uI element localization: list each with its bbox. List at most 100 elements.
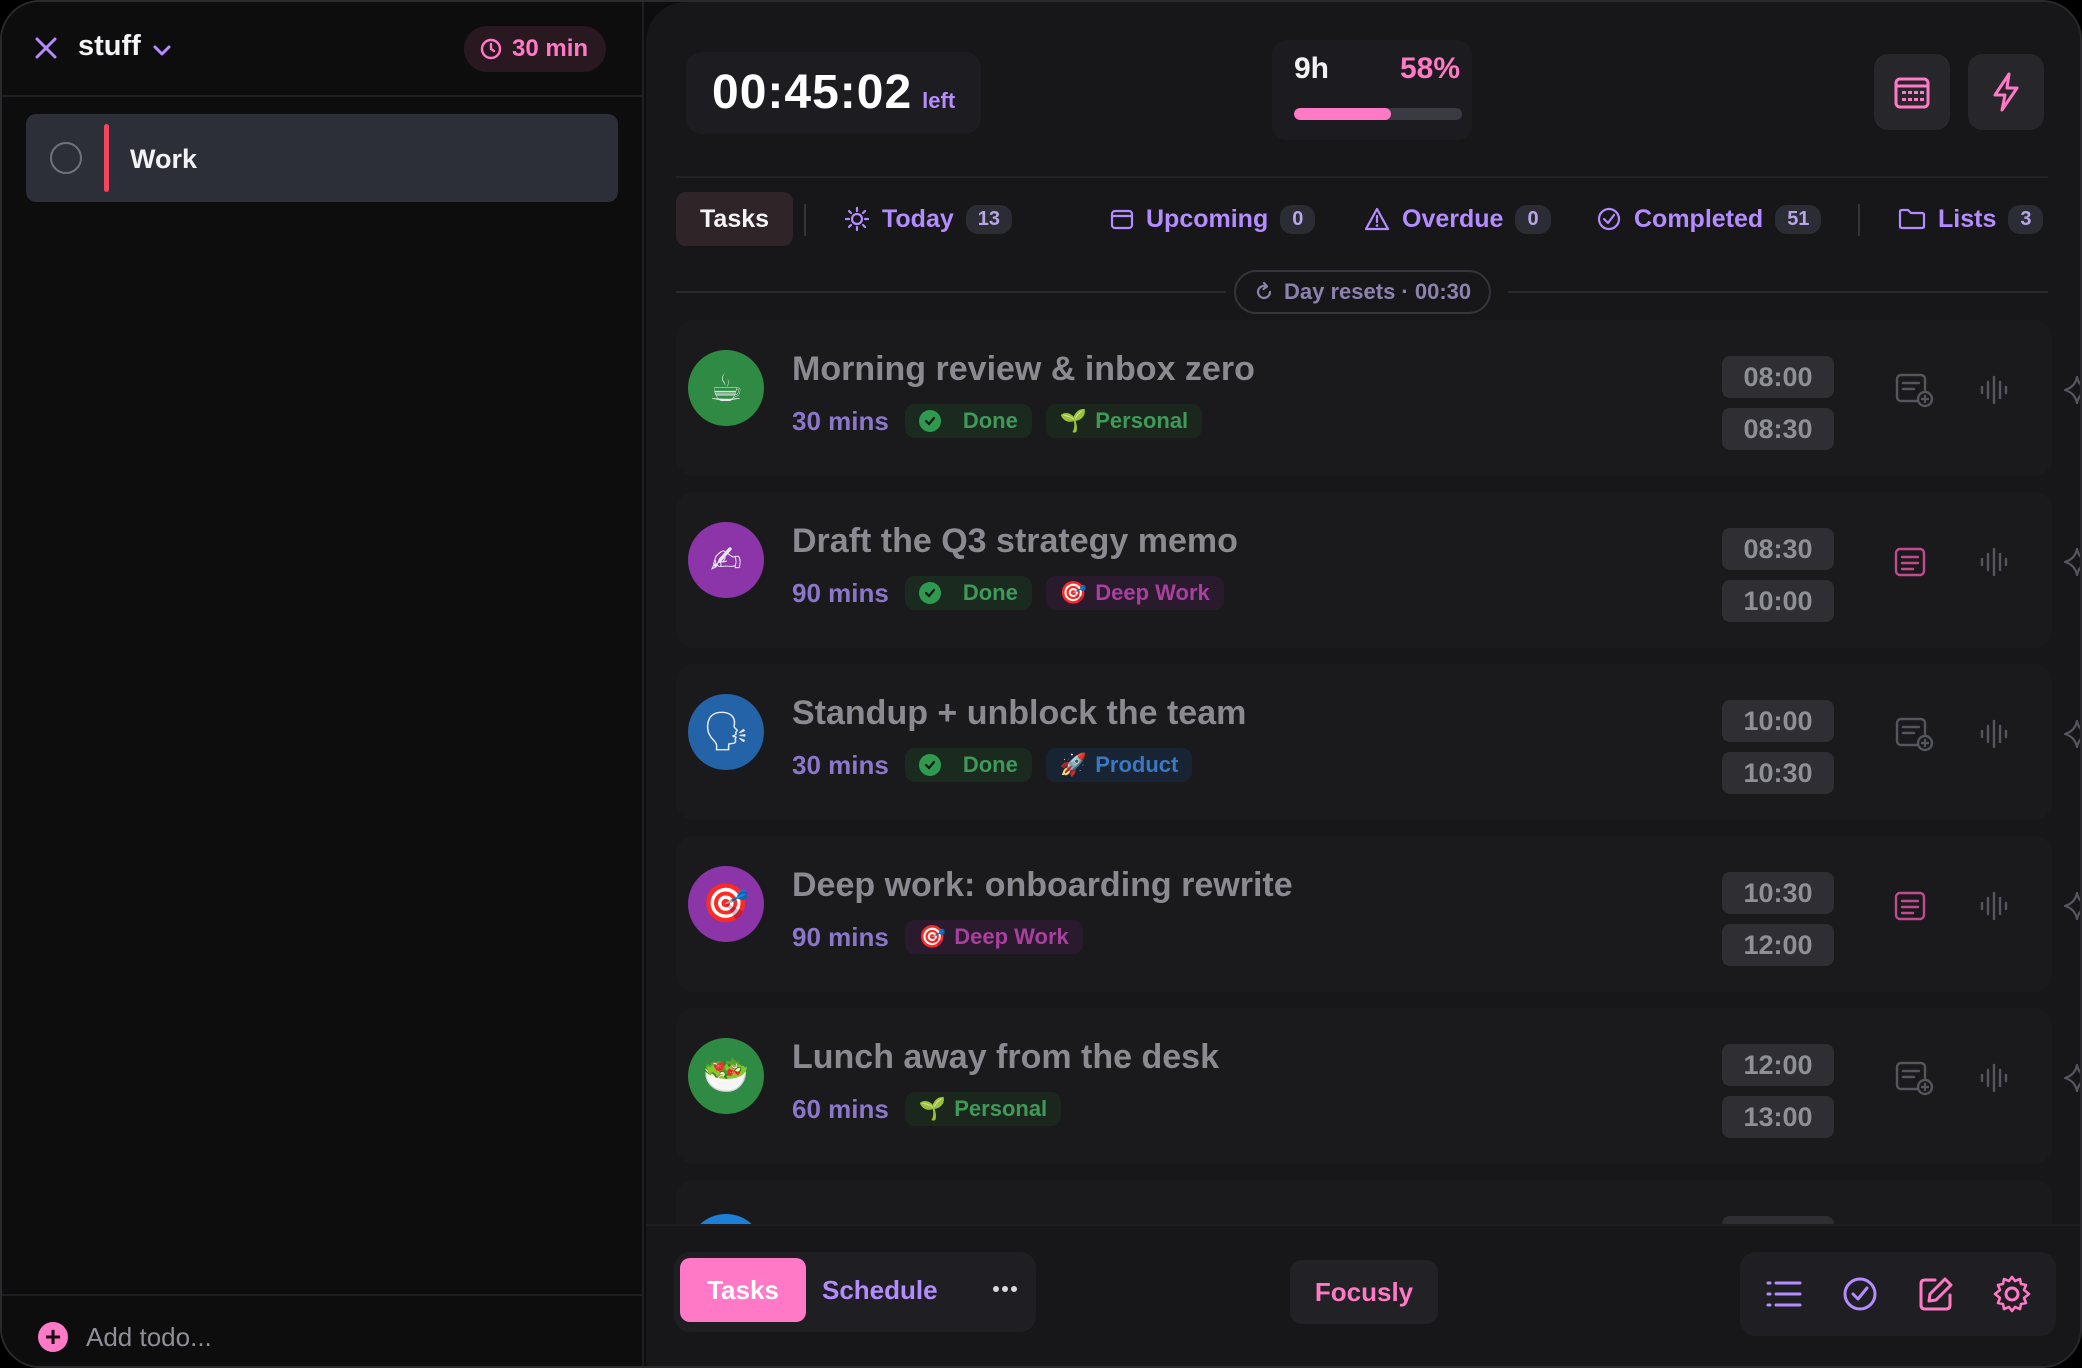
brand-button[interactable]: Focusly (1290, 1260, 1438, 1324)
task-meta: 90 mins 🎯 Deep Work (792, 920, 1083, 954)
add-icon[interactable]: + (38, 1322, 68, 1352)
audio-button[interactable] (1972, 712, 2016, 756)
ai-assist-button[interactable] (2056, 712, 2080, 756)
task-row[interactable]: 🥗 Lunch away from the desk 60 mins 🌱 Per… (676, 1008, 2080, 1164)
tab-upcoming[interactable]: Upcoming 0 (1110, 192, 1316, 246)
status-label: Done (962, 580, 1018, 605)
check-icon (918, 754, 941, 776)
tag-chip[interactable]: 🌱 Personal (1045, 404, 1203, 438)
audio-button[interactable] (1972, 368, 2016, 412)
tag-chip[interactable]: 🌱 Personal (904, 1092, 1062, 1126)
task-row[interactable]: ✍ Draft the Q3 strategy memo 90 mins Don… (676, 492, 2080, 648)
completed-view-button[interactable] (1838, 1272, 1882, 1316)
ai-assist-button[interactable] (2056, 884, 2080, 928)
gear-icon (1993, 1275, 2031, 1313)
countdown-timer: 00:45:02 left (686, 52, 982, 134)
task-emoji: 🎯 (702, 883, 750, 925)
tab-tasks[interactable]: Tasks (676, 192, 794, 246)
sprout-icon: 🌱 (1059, 408, 1088, 433)
status-badge: Done (904, 404, 1032, 438)
task-row[interactable]: 🗣 Standup + unblock the team 30 mins Don… (676, 664, 2080, 820)
task-row[interactable]: ☕ Morning review & inbox zero 30 mins Do… (676, 320, 2080, 476)
task-emoji: ☕ (708, 367, 744, 410)
note-button[interactable] (1888, 884, 1932, 928)
tab-completed[interactable]: Completed 51 (1596, 192, 1822, 246)
start-time[interactable]: 10:00 (1722, 700, 1834, 742)
check-circle-icon (1843, 1277, 1877, 1311)
end-time[interactable]: 10:30 (1722, 752, 1834, 794)
tab-label: Completed (1634, 204, 1764, 233)
tab-label: Lists (1938, 204, 1997, 233)
tag-label: Deep Work (954, 924, 1069, 949)
waveform-icon (1980, 547, 2008, 577)
audio-button[interactable] (1972, 540, 2016, 584)
end-time[interactable]: 13:00 (1722, 1096, 1834, 1138)
check-icon (918, 582, 941, 604)
task-row[interactable]: 🎯 Deep work: onboarding rewrite 90 mins … (676, 836, 2080, 992)
reset-line-right (1508, 291, 2048, 293)
more-horizontal-icon[interactable] (990, 1274, 1020, 1304)
target-icon: 🎯 (918, 924, 947, 949)
audio-button[interactable] (1972, 1056, 2016, 1100)
app-window: stuff 30 min Work + Add todo... 00:45:02… (0, 0, 2082, 1368)
task-duration: 30 mins (792, 749, 889, 780)
note-button[interactable] (1888, 540, 1932, 584)
target-icon: 🎯 (1059, 580, 1088, 605)
status-badge: Done (904, 576, 1032, 610)
add-note-button[interactable] (1892, 1056, 1936, 1100)
calendar-icon (1894, 77, 1930, 109)
tab-lists[interactable]: Lists 3 (1898, 192, 2044, 246)
start-time[interactable]: 12:00 (1722, 1044, 1834, 1086)
tab-separator (1858, 204, 1860, 236)
calendar-button[interactable] (1874, 54, 1950, 130)
countdown-suffix: left (922, 88, 956, 113)
add-todo-button[interactable]: Add todo... (86, 1322, 212, 1353)
task-title: Standup + unblock the team (792, 694, 1247, 732)
tag-label: Personal (954, 1096, 1048, 1121)
end-time[interactable]: 08:30 (1722, 408, 1834, 450)
list-title[interactable]: stuff (78, 30, 141, 63)
tag-chip[interactable]: 🎯 Deep Work (904, 920, 1083, 954)
add-note-button[interactable] (1892, 368, 1936, 412)
quick-action-button[interactable] (1968, 54, 2044, 130)
timer-badge[interactable]: 30 min (464, 26, 607, 72)
tasks-view-button[interactable]: Tasks (680, 1258, 806, 1322)
status-label: Done (962, 408, 1018, 433)
start-time[interactable]: 08:30 (1722, 528, 1834, 570)
item-checkbox[interactable] (50, 142, 82, 174)
task-emoji: 🥗 (702, 1055, 750, 1097)
list-view-button[interactable] (1762, 1272, 1806, 1316)
tab-count: 0 (1280, 204, 1316, 234)
start-time[interactable]: 08:00 (1722, 356, 1834, 398)
tag-chip[interactable]: 🎯 Deep Work (1045, 576, 1224, 610)
day-reset-badge: Day resets · 00:30 (1234, 270, 1492, 314)
tab-overdue[interactable]: Overdue 0 (1364, 192, 1551, 246)
schedule-view-button[interactable]: Schedule (822, 1258, 938, 1322)
close-icon[interactable] (32, 34, 60, 62)
end-time[interactable]: 10:00 (1722, 580, 1834, 622)
sidebar-item-work[interactable]: Work (26, 114, 618, 202)
ai-assist-button[interactable] (2056, 540, 2080, 584)
start-time[interactable]: 10:30 (1722, 872, 1834, 914)
main-panel: 00:45:02 left 9h 58% Tasks Today 13 Upco… (646, 2, 2080, 1366)
compose-button[interactable] (1914, 1272, 1958, 1316)
ai-assist-button[interactable] (2056, 1056, 2080, 1100)
tab-today[interactable]: Today 13 (844, 192, 1013, 246)
sparkle-icon (2063, 375, 2080, 405)
ai-assist-button[interactable] (2056, 368, 2080, 412)
audio-button[interactable] (1972, 884, 2016, 928)
refresh-icon (1256, 282, 1272, 300)
chevron-down-icon[interactable] (150, 38, 174, 62)
settings-button[interactable] (1990, 1272, 2034, 1316)
end-time[interactable]: 12:00 (1722, 924, 1834, 966)
tab-count: 13 (965, 204, 1013, 234)
waveform-icon (1980, 375, 2008, 405)
task-avatar: ☕ (688, 350, 764, 426)
note-icon (1894, 891, 1926, 921)
tab-label: Today (882, 204, 954, 233)
sprout-icon: 🌱 (918, 1096, 947, 1121)
note-add-icon (1895, 373, 1934, 408)
add-note-button[interactable] (1892, 712, 1936, 756)
tag-chip[interactable]: 🚀 Product (1045, 748, 1193, 782)
bottom-bar: Tasks Schedule Focusly (646, 1224, 2080, 1366)
